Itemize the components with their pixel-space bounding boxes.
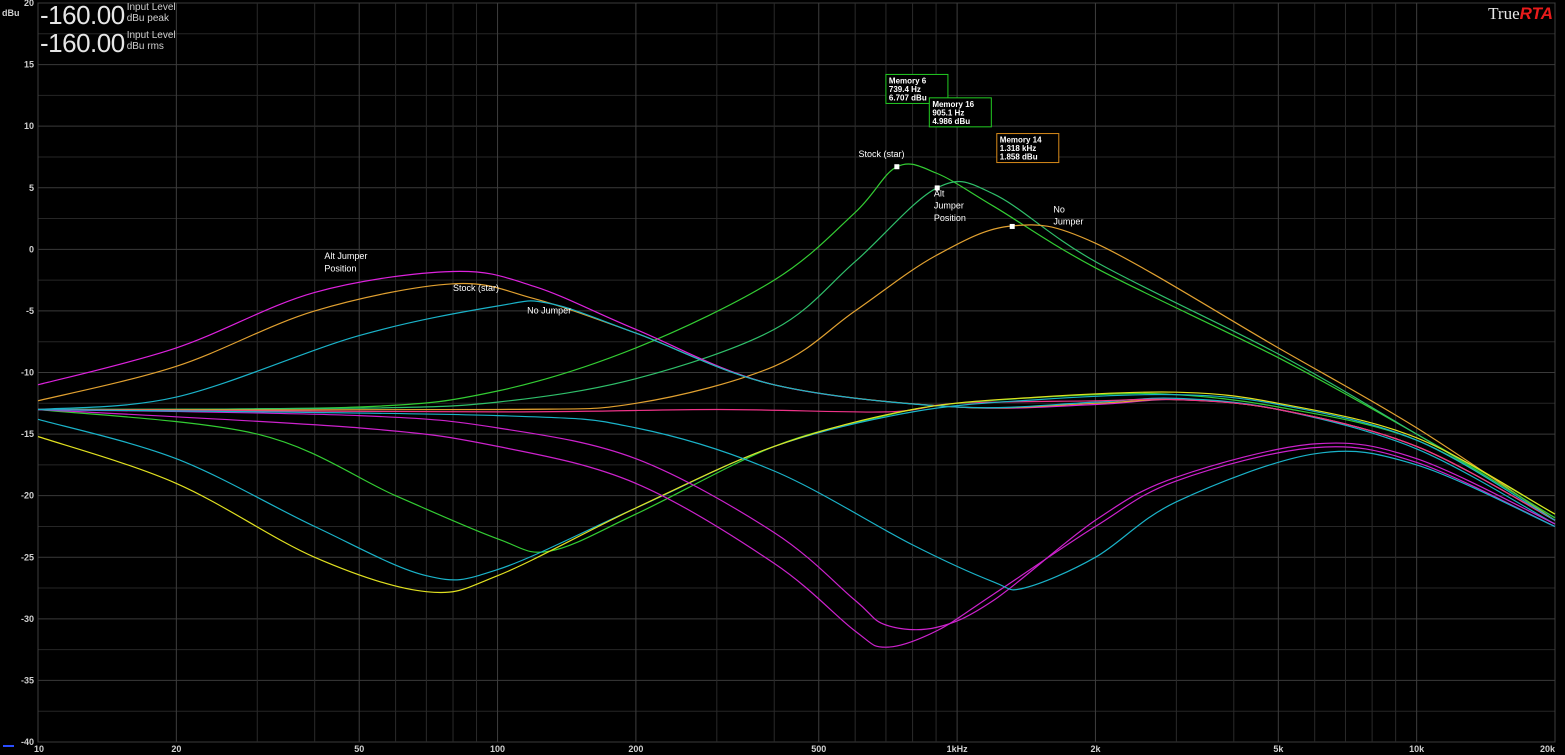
brand-logo-accent: RTA xyxy=(1519,4,1553,23)
rms-level-value: -160.00 xyxy=(40,28,125,58)
rta-chart: 20151050-5-10-15-20-25-30-35-40 10 20 50 10… xyxy=(0,0,1565,755)
y-tick-label: -10 xyxy=(21,368,34,378)
curve-annotation: Stock (star) xyxy=(858,149,904,159)
curve-annotation: Alt Jumper xyxy=(324,251,367,261)
x-tick-label: 20k xyxy=(1540,744,1556,754)
brand-logo: TrueRTA xyxy=(1488,4,1553,24)
rms-level-label-line2: dBu rms xyxy=(126,41,164,52)
y-tick-label: 5 xyxy=(29,183,34,193)
rms-level-meter: -160.00 Input Level dBu rms xyxy=(40,30,176,56)
x-tick-label: 50 xyxy=(354,744,364,754)
x-tick-label: 10 xyxy=(34,744,44,754)
y-tick-label: 20 xyxy=(24,0,34,8)
peak-level-value: -160.00 xyxy=(40,0,125,30)
memory-box: Memory 16905.1 Hz4.986 dBu xyxy=(928,97,992,128)
x-tick-label: 100 xyxy=(490,744,505,754)
y-unit-label: dBu xyxy=(2,8,20,18)
memory-box-level: 1.858 dBu xyxy=(1000,153,1038,162)
memory-box-level: 6.707 dBu xyxy=(889,93,927,102)
brand-logo-plain: True xyxy=(1488,4,1520,23)
curve-annotation: Alt xyxy=(934,188,945,198)
y-tick-label: 0 xyxy=(29,244,34,254)
y-tick-label: -35 xyxy=(21,675,34,685)
x-tick-label: 200 xyxy=(628,744,643,754)
y-tick-label: -40 xyxy=(21,737,34,747)
memory-marker xyxy=(894,164,900,170)
y-tick-label: -30 xyxy=(21,614,34,624)
rms-level-label-line1: Input Level xyxy=(126,30,176,41)
y-tick-label: 10 xyxy=(24,121,34,131)
peak-level-label-line1: Input Level xyxy=(126,2,176,13)
curve-annotation: Jumper xyxy=(1053,217,1083,227)
curve-annotation: Jumper xyxy=(934,201,964,211)
memory-marker xyxy=(1009,223,1015,229)
x-tick-label: 10k xyxy=(1409,744,1425,754)
y-tick-label: -25 xyxy=(21,552,34,562)
peak-level-label: Input Level dBu peak xyxy=(127,2,176,24)
x-tick-label: 5k xyxy=(1273,744,1284,754)
curve-annotation: No Jumper xyxy=(527,305,571,315)
y-tick-label: -15 xyxy=(21,429,34,439)
peak-level-label-line2: dBu peak xyxy=(126,13,169,24)
x-tick-label: 20 xyxy=(171,744,181,754)
memory-box-level: 4.986 dBu xyxy=(932,117,970,126)
x-tick-label: 500 xyxy=(811,744,826,754)
y-tick-label: -20 xyxy=(21,491,34,501)
curve-annotation: No xyxy=(1053,204,1065,214)
curve-annotation: Position xyxy=(324,264,356,274)
curve-annotation: Position xyxy=(934,213,966,223)
y-tick-label: 15 xyxy=(24,60,34,70)
memory-box: Memory 141.318 kHz1.858 dBu xyxy=(996,133,1060,164)
x-tick-label: 1kHz xyxy=(947,744,969,754)
curve-annotation: Stock (star) xyxy=(453,283,499,293)
peak-level-meter: -160.00 Input Level dBu peak xyxy=(40,2,176,28)
x-tick-label: 2k xyxy=(1090,744,1101,754)
rms-level-label: Input Level dBu rms xyxy=(127,30,176,52)
y-tick-label: -5 xyxy=(26,306,34,316)
